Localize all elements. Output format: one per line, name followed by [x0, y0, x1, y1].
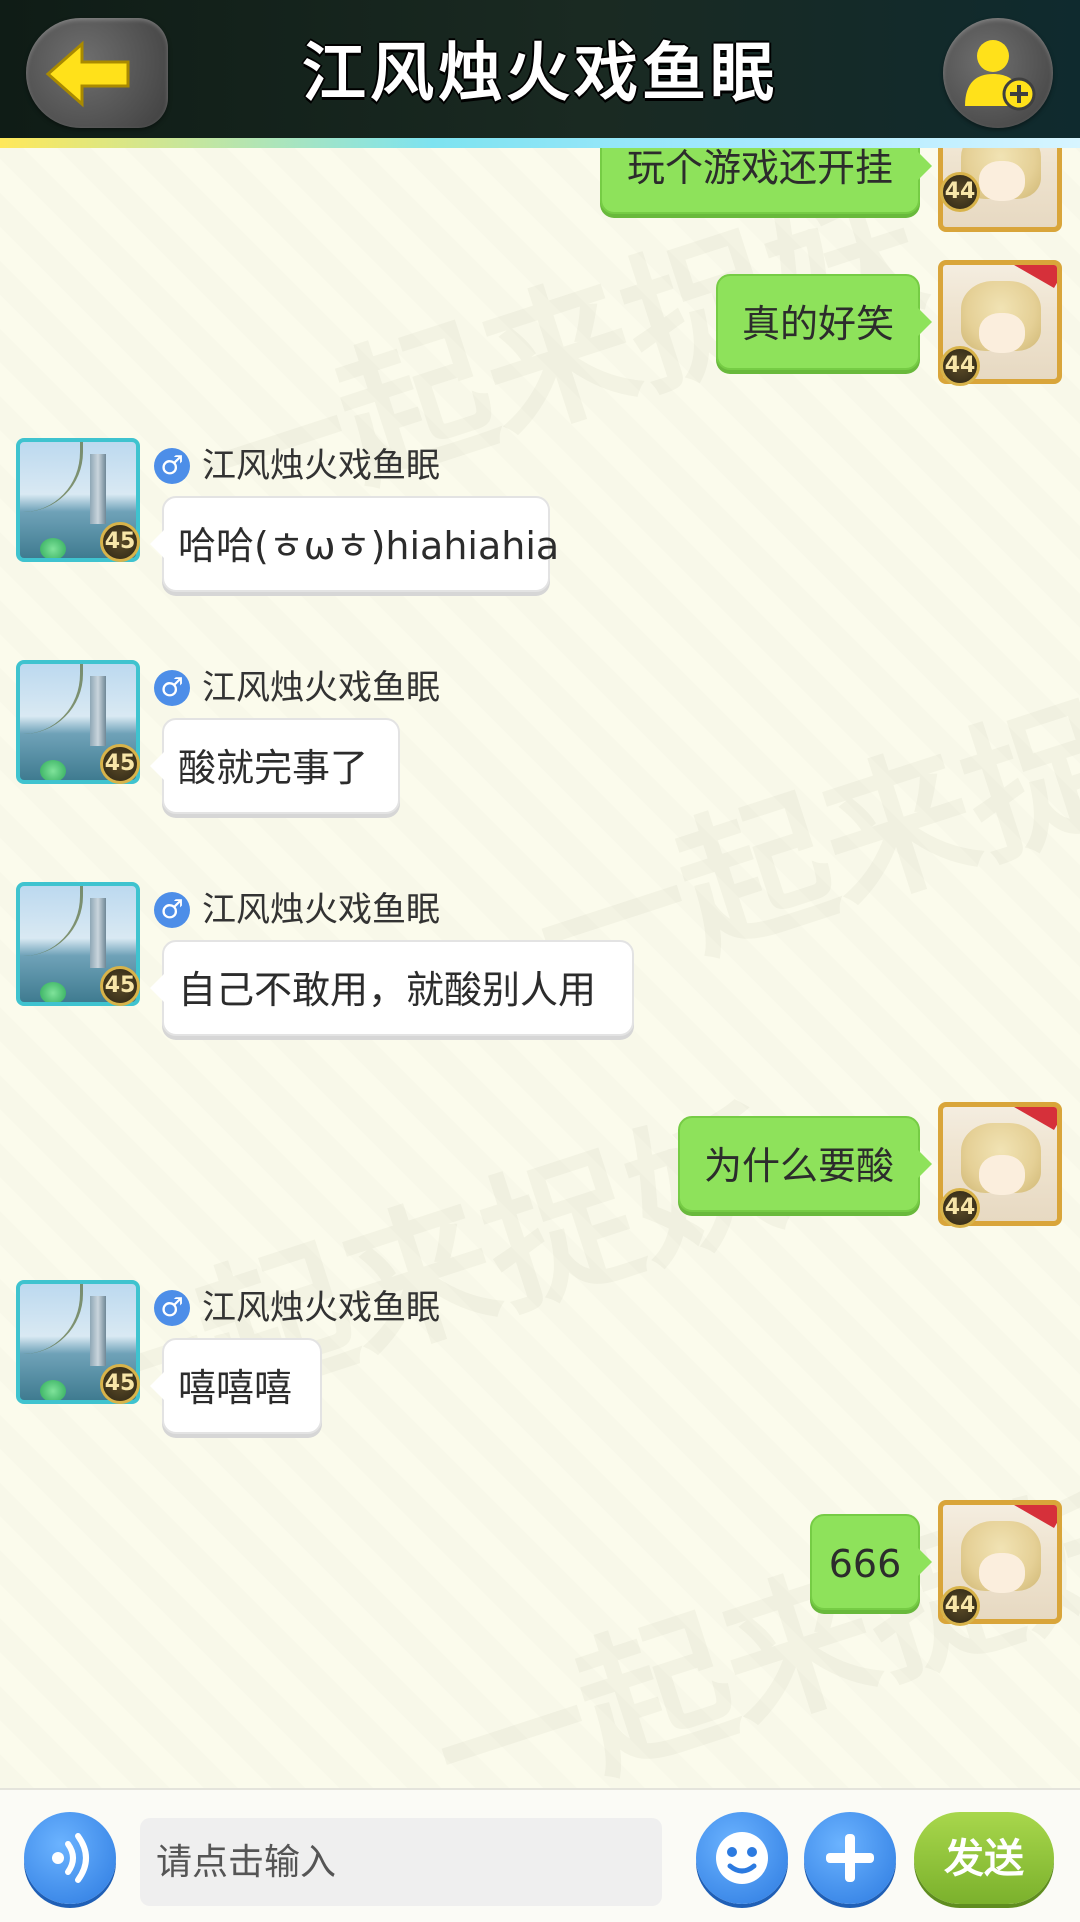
my-message-bubble[interactable]: 真的好笑: [716, 274, 932, 370]
avatar-art: [90, 1296, 106, 1366]
top-bar: 江风烛火戏鱼眠: [0, 0, 1080, 142]
avatar-art: [90, 676, 106, 746]
level-badge: 45: [100, 522, 140, 562]
avatar-art: [20, 1284, 83, 1354]
voice-button[interactable]: [24, 1812, 116, 1904]
more-options-button[interactable]: [804, 1812, 896, 1904]
level-badge: 44: [940, 1188, 980, 1228]
avatar-art: [979, 1155, 1025, 1195]
avatar-art: [979, 1553, 1025, 1593]
emoji-icon: [716, 1832, 768, 1884]
avatar-art: [979, 161, 1025, 201]
friend-message-bubble[interactable]: 酸就完事了: [150, 718, 400, 814]
male-gender-icon: ♂: [154, 1290, 190, 1326]
male-gender-icon: ♂: [154, 892, 190, 928]
add-friend-button[interactable]: [943, 18, 1053, 128]
message-input[interactable]: [140, 1818, 662, 1906]
background-pattern: 一起来捉妖: [35, 1080, 803, 1478]
sender-name[interactable]: 江风烛火戏鱼眠: [202, 668, 440, 708]
chat-message-list[interactable]: 一起来捉妖 一起来捉妖 一起来捉妖 一起来捉妖 玩个游戏还开挂 44 真的好笑 …: [0, 148, 1080, 1788]
voice-icon: [52, 1833, 89, 1883]
back-button[interactable]: [26, 18, 168, 128]
sender-name[interactable]: 江风烛火戏鱼眠: [202, 1288, 440, 1328]
add-friend-icon: [965, 40, 1036, 111]
level-badge: 44: [940, 172, 980, 212]
avatar-art: [20, 886, 83, 956]
back-arrow-icon: [45, 40, 130, 108]
plus-icon: [826, 1834, 874, 1882]
friend-message-bubble[interactable]: 自己不敢用，就酸别人用: [150, 940, 634, 1036]
avatar-art: [90, 454, 106, 524]
male-gender-icon: ♂: [154, 670, 190, 706]
header-divider: [0, 138, 1080, 148]
avatar-art: [20, 442, 83, 512]
avatar-art: [90, 898, 106, 968]
send-button[interactable]: 发送: [914, 1812, 1054, 1904]
friend-message-bubble[interactable]: 嘻嘻嘻: [150, 1338, 322, 1434]
my-message-bubble[interactable]: 666: [810, 1514, 932, 1610]
level-badge: 45: [100, 966, 140, 1006]
level-badge: 45: [100, 744, 140, 784]
my-message-bubble[interactable]: 玩个游戏还开挂: [600, 148, 932, 214]
male-gender-icon: ♂: [154, 448, 190, 484]
input-bar: 发送: [0, 1788, 1080, 1922]
emoji-button[interactable]: [696, 1812, 788, 1904]
avatar-art: [40, 760, 66, 780]
level-badge: 45: [100, 1364, 140, 1404]
sender-name[interactable]: 江风烛火戏鱼眠: [202, 890, 440, 930]
level-badge: 44: [940, 1586, 980, 1626]
avatar-art: [40, 982, 66, 1002]
avatar-art: [40, 538, 66, 558]
avatar-art: [40, 1380, 66, 1400]
page-title: 江风烛火戏鱼眠: [302, 37, 778, 111]
friend-message-bubble[interactable]: 哈哈(ㅎωㅎ)hiahiahia: [150, 496, 559, 592]
sender-name[interactable]: 江风烛火戏鱼眠: [202, 446, 440, 486]
avatar-art: [979, 313, 1025, 353]
avatar-art: [20, 664, 83, 734]
level-badge: 44: [940, 346, 980, 386]
my-message-bubble[interactable]: 为什么要酸: [678, 1116, 932, 1212]
